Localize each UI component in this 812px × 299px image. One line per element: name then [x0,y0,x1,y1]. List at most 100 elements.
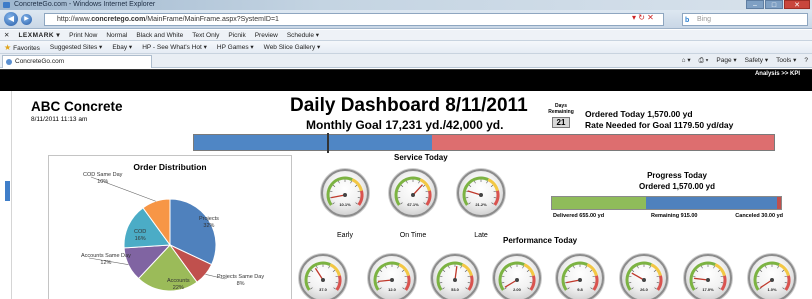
gauge-tick [385,265,387,269]
star-icon: ★ [4,43,12,52]
pie-label: Projects Same Day 8% [217,274,264,288]
gauge-tick [527,287,530,290]
print-icon[interactable]: ⎙ ▾ [699,54,709,68]
pie-label-name: COD [134,229,147,235]
gauge-tick [567,287,570,290]
command-page[interactable]: Page ▾ [716,54,736,68]
gauge-hub [453,278,457,282]
gauge-tick [765,265,767,269]
pie-label: COD Same Day 10% [83,172,122,186]
fav-suggested-sites[interactable]: Suggested Sites ▾ [50,41,102,53]
toolbar-item-preview[interactable]: Preview [255,30,278,41]
gauge-tick [526,269,530,272]
gauge-performance-2: 12.0 [368,254,416,299]
url-path: /MainFrame/MainFrame.aspx?SystemID=1 [145,16,279,23]
fav-hp-whats-hot[interactable]: HP - See What's Hot ▾ [142,41,207,53]
progress-today-title: Progress Today [647,171,707,180]
url-input[interactable]: http://www.concretego.com/MainFrame/Main… [44,13,664,26]
window-controls: – □ ✕ [745,0,810,9]
gauge-tick [759,269,763,272]
gauge-tick [400,184,404,187]
gauge-tick [307,275,311,278]
refresh-stop-icons[interactable]: ▾ ↻ ✕ [632,13,654,22]
gauge-readout: 9.8 [577,287,583,292]
fav-hp-games[interactable]: HP Games ▾ [217,41,254,53]
gauge-hub [770,278,774,282]
gauge-tick [781,269,785,272]
gauge-dial: 26.0 [625,261,663,292]
side-panel-nub[interactable] [5,181,10,201]
toolbar-item-picnik[interactable]: Picnik [228,30,245,41]
favorites-button[interactable]: ★ Favorites [4,41,40,53]
gauge-tick [564,275,568,278]
gauge-tick [350,180,352,184]
gauge-performance-7: 17.0% [684,254,732,299]
pie-label-name: Accounts [167,278,190,284]
canceled-label: Canceled 30.00 yd [735,213,783,219]
toolbar-item-normal[interactable]: Normal [106,30,127,41]
toolbar-item-text-only[interactable]: Text Only [192,30,219,41]
command-safety[interactable]: Safety ▾ [745,54,769,68]
pie-label-name: Projects [199,216,219,222]
home-icon[interactable]: ⌂ ▾ [682,54,691,68]
tab-concretego[interactable]: ConcreteGo.com [2,55,152,68]
gauge-tick [692,275,696,278]
pie-label-name: Projects Same Day [217,274,265,280]
toolbar-item-black-white[interactable]: Black and White [136,30,183,41]
favorites-label: Favorites [13,45,40,52]
gauge-tick [425,190,429,193]
gauge-tick [529,275,533,278]
gauge-dial: 1.0% [753,261,791,292]
days-remaining: Days Remaining 21 [542,103,580,128]
gauge-tick [756,275,760,278]
window-titlebar: ConcreteGo.com - Windows Internet Explor… [0,0,812,10]
gauge-dial: 21.2% [462,176,500,207]
gauge-readout: 53.0 [451,287,460,292]
gauge-tick [631,269,635,272]
gauge-tick [310,287,313,290]
gauge-tick [718,287,721,290]
gauge-performance-3: 53.0 [431,254,479,299]
gauge-readout: 10.1% [339,202,351,207]
gauge-tick [474,180,476,184]
forward-button[interactable]: ▶ [21,14,32,25]
pie-label: Projects 32% [199,216,219,230]
gauge-tick [354,184,358,187]
analysis-kpi-link[interactable]: Analysis >> KPI [755,71,800,77]
command-bar: ⌂ ▾ ⎙ ▾ Page ▾ Safety ▾ Tools ▾ ? [682,54,808,68]
dashboard-page: ABC Concrete 8/11/2011 11:13 am Daily Da… [0,91,812,299]
back-button[interactable]: ◀ [4,12,18,26]
gauge-tick [656,275,660,278]
search-input[interactable]: b Bing [682,13,808,26]
gauge-performance-1: 37.0 [299,254,347,299]
tab-title: ConcreteGo.com [15,58,65,65]
gauge-tick [335,275,339,278]
maximize-button[interactable]: □ [765,0,783,9]
gauge-tick [357,190,361,193]
minimize-button[interactable]: – [746,0,764,9]
toolbar-close-icon[interactable]: ✕ [4,30,9,41]
pie-label-percent: 16% [134,236,146,242]
toolbar-item-schedule[interactable]: Schedule ▾ [287,30,319,41]
command-tools[interactable]: Tools ▾ [776,54,796,68]
help-icon[interactable]: ? [804,54,808,68]
pie-label-percent: 8% [236,281,245,287]
toolbar-item-print-now[interactable]: Print Now [69,30,97,41]
gauge-readout: 2.00 [513,287,522,292]
gauge-tick [491,202,494,205]
fav-web-slice-gallery[interactable]: Web Slice Gallery ▾ [264,41,321,53]
gauge-tick [406,180,408,184]
gauge-hub [642,278,646,282]
side-panel-handle[interactable] [5,91,12,299]
gauge-tick [332,202,335,205]
gauge-needle [566,279,581,284]
gauge-readout: 21.2% [475,202,487,207]
gauge-hub [390,278,394,282]
gauge-tick [654,287,657,290]
toolbar-item-lexmark[interactable]: LEXMARK ▾ [18,30,60,41]
fav-ebay[interactable]: Ebay ▾ [112,41,132,53]
gauge-tick [329,190,333,193]
close-window-button[interactable]: ✕ [784,0,810,9]
ordered-today-text: Ordered Today 1,570.00 yd [585,109,693,119]
gauge-hub [343,193,347,197]
